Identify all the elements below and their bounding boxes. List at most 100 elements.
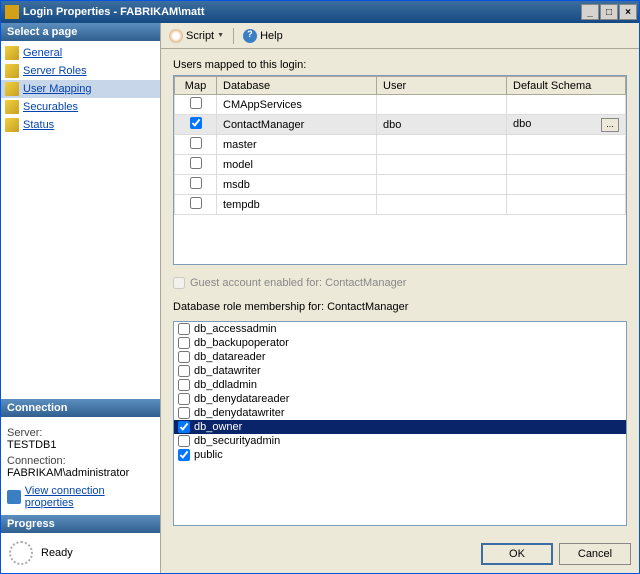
chevron-down-icon: ▼	[217, 32, 224, 39]
login-properties-window: Login Properties - FABRIKAM\matt _ □ × S…	[0, 0, 640, 574]
page-icon	[5, 82, 19, 96]
script-label: Script	[186, 30, 214, 42]
minimize-button[interactable]: _	[581, 4, 599, 20]
cell-schema[interactable]	[507, 195, 626, 215]
cell-user[interactable]	[377, 135, 507, 155]
map-checkbox[interactable]	[190, 97, 202, 109]
cancel-button[interactable]: Cancel	[559, 543, 631, 565]
role-checkbox[interactable]	[178, 449, 190, 461]
role-item-db_datawriter[interactable]: db_datawriter	[174, 364, 626, 378]
app-icon	[5, 5, 19, 19]
role-checkbox[interactable]	[178, 337, 190, 349]
titlebar[interactable]: Login Properties - FABRIKAM\matt _ □ ×	[1, 1, 639, 23]
role-name: db_securityadmin	[194, 435, 280, 447]
role-item-db_ddladmin[interactable]: db_ddladmin	[174, 378, 626, 392]
map-checkbox[interactable]	[190, 137, 202, 149]
table-row[interactable]: master	[175, 135, 626, 155]
ok-button[interactable]: OK	[481, 543, 553, 565]
role-item-db_denydatawriter[interactable]: db_denydatawriter	[174, 406, 626, 420]
role-checkbox[interactable]	[178, 379, 190, 391]
cell-database: msdb	[217, 175, 377, 195]
role-checkbox[interactable]	[178, 435, 190, 447]
cell-database: ContactManager	[217, 115, 377, 135]
help-icon	[243, 29, 257, 43]
table-row[interactable]: CMAppServices	[175, 95, 626, 115]
cell-user[interactable]	[377, 95, 507, 115]
role-checkbox[interactable]	[178, 365, 190, 377]
role-name: db_backupoperator	[194, 337, 289, 349]
table-row[interactable]: tempdb	[175, 195, 626, 215]
role-item-public[interactable]: public	[174, 448, 626, 462]
role-name: db_datawriter	[194, 365, 261, 377]
cell-user[interactable]	[377, 195, 507, 215]
sidebar-item-label: Status	[23, 119, 54, 131]
cell-database: tempdb	[217, 195, 377, 215]
cell-schema[interactable]	[507, 95, 626, 115]
role-name: db_datareader	[194, 351, 266, 363]
col-user[interactable]: User	[377, 77, 507, 95]
cell-user[interactable]	[377, 175, 507, 195]
role-checkbox[interactable]	[178, 393, 190, 405]
role-item-db_securityadmin[interactable]: db_securityadmin	[174, 434, 626, 448]
map-checkbox[interactable]	[190, 117, 202, 129]
ellipsis-button[interactable]: ...	[601, 118, 619, 132]
role-item-db_datareader[interactable]: db_datareader	[174, 350, 626, 364]
cell-schema[interactable]	[507, 175, 626, 195]
map-checkbox[interactable]	[190, 197, 202, 209]
guest-account-label: Guest account enabled for: ContactManage…	[190, 277, 406, 289]
window-title: Login Properties - FABRIKAM\matt	[23, 6, 205, 18]
col-schema[interactable]: Default Schema	[507, 77, 626, 95]
main-body: Users mapped to this login: Map Database…	[161, 49, 639, 534]
sidebar-item-general[interactable]: General	[1, 44, 160, 62]
map-checkbox[interactable]	[190, 157, 202, 169]
cell-user[interactable]: dbo	[377, 115, 507, 135]
table-row[interactable]: ContactManagerdbodbo ...	[175, 115, 626, 135]
role-item-db_backupoperator[interactable]: db_backupoperator	[174, 336, 626, 350]
cell-database: CMAppServices	[217, 95, 377, 115]
close-button[interactable]: ×	[619, 4, 637, 20]
role-item-db_owner[interactable]: db_owner	[174, 420, 626, 434]
help-button[interactable]: Help	[239, 27, 287, 45]
col-database[interactable]: Database	[217, 77, 377, 95]
cell-schema[interactable]	[507, 135, 626, 155]
script-icon	[169, 29, 183, 43]
cell-schema[interactable]	[507, 155, 626, 175]
role-checkbox[interactable]	[178, 421, 190, 433]
content-area: Select a page GeneralServer RolesUser Ma…	[1, 23, 639, 573]
role-item-db_denydatareader[interactable]: db_denydatareader	[174, 392, 626, 406]
role-name: public	[194, 449, 223, 461]
role-name: db_owner	[194, 421, 242, 433]
table-row[interactable]: msdb	[175, 175, 626, 195]
page-icon	[5, 100, 19, 114]
sidebar-item-status[interactable]: Status	[1, 116, 160, 134]
cell-database: master	[217, 135, 377, 155]
script-button[interactable]: Script ▼	[165, 27, 228, 45]
role-checkbox[interactable]	[178, 351, 190, 363]
col-map[interactable]: Map	[175, 77, 217, 95]
map-checkbox[interactable]	[190, 177, 202, 189]
role-checkbox[interactable]	[178, 407, 190, 419]
view-connection-properties[interactable]: View connection properties	[7, 485, 154, 509]
sidebar-item-label: General	[23, 47, 62, 59]
cell-schema[interactable]: dbo ...	[507, 115, 626, 135]
role-name: db_accessadmin	[194, 323, 277, 335]
progress-panel: Ready	[1, 533, 160, 573]
role-item-db_accessadmin[interactable]: db_accessadmin	[174, 322, 626, 336]
cell-user[interactable]	[377, 155, 507, 175]
toolbar: Script ▼ Help	[161, 23, 639, 49]
sidebar-item-securables[interactable]: Securables	[1, 98, 160, 116]
role-checkbox[interactable]	[178, 323, 190, 335]
maximize-button[interactable]: □	[600, 4, 618, 20]
page-icon	[5, 118, 19, 132]
guest-account-row: Guest account enabled for: ContactManage…	[173, 277, 627, 289]
sidebar-item-server-roles[interactable]: Server Roles	[1, 62, 160, 80]
page-nav-list: General Server RolesUser MappingSecurable…	[1, 41, 160, 137]
role-membership-list[interactable]: db_accessadmin db_backupoperator db_datare…	[173, 321, 627, 526]
users-mapped-grid[interactable]: Map Database User Default Schema CMAppSe…	[173, 75, 627, 265]
sidebar-item-user-mapping[interactable]: User Mapping	[1, 80, 160, 98]
table-row[interactable]: model	[175, 155, 626, 175]
progress-spinner-icon	[9, 541, 33, 565]
page-icon	[5, 64, 19, 78]
role-membership-label: Database role membership for: ContactMan…	[173, 301, 627, 313]
view-connection-link[interactable]: View connection properties	[25, 485, 154, 509]
